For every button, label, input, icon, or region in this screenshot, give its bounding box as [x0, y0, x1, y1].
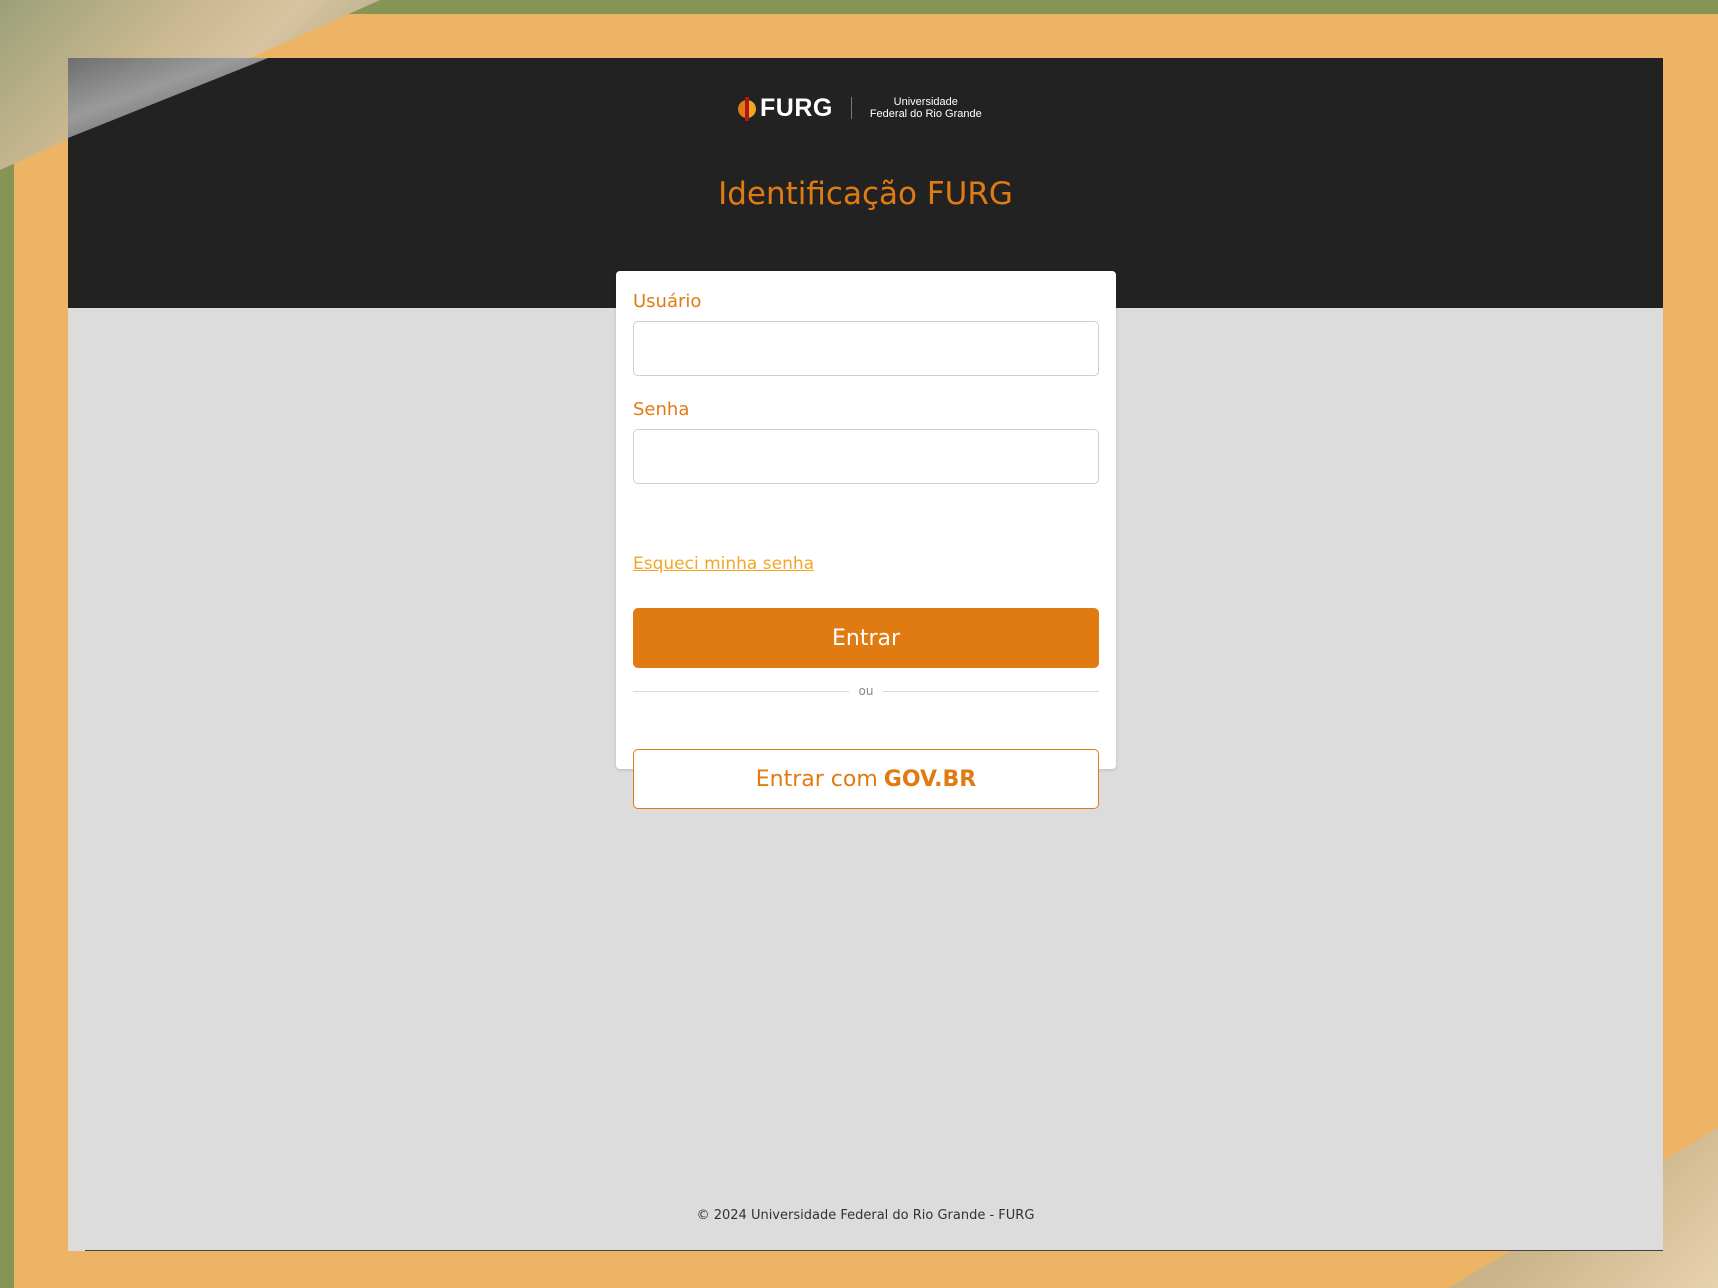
logo-subtitle: Universidade Federal do Rio Grande: [870, 96, 982, 120]
password-input[interactable]: [633, 429, 1099, 484]
divider-line-right: [883, 690, 1100, 692]
footer-divider: [85, 1250, 1663, 1251]
decorative-frame-left: [0, 0, 14, 1288]
login-page: FURG Universidade Federal do Rio Grande …: [68, 58, 1663, 1251]
govbr-button-brand: GOV.BR: [883, 766, 977, 792]
login-button[interactable]: Entrar: [633, 608, 1099, 668]
logo-wordmark: FURG: [760, 93, 833, 122]
furg-logo: FURG Universidade Federal do Rio Grande: [738, 83, 982, 133]
divider-text: ou: [858, 684, 874, 698]
or-divider: ou: [633, 681, 1100, 701]
password-label: Senha: [633, 399, 690, 420]
logo-separator: [850, 97, 852, 119]
logo-subtitle-line1: Universidade: [893, 96, 958, 108]
username-label: Usuário: [633, 291, 702, 312]
page-footer: © 2024 Universidade Federal do Rio Grand…: [696, 1208, 1035, 1223]
govbr-login-button[interactable]: Entrar com GOV.BR: [633, 749, 1099, 809]
divider-line-left: [633, 690, 849, 692]
furg-logo-icon: [738, 97, 756, 121]
login-card: Usuário Senha Esqueci minha senha Entrar…: [616, 271, 1116, 809]
forgot-password-link[interactable]: Esqueci minha senha: [633, 554, 814, 574]
username-input[interactable]: [633, 321, 1099, 376]
govbr-button-prefix: Entrar com: [755, 766, 878, 792]
page-title: Identificação FURG: [718, 176, 1013, 212]
logo-subtitle-line2: Federal do Rio Grande: [869, 108, 982, 120]
